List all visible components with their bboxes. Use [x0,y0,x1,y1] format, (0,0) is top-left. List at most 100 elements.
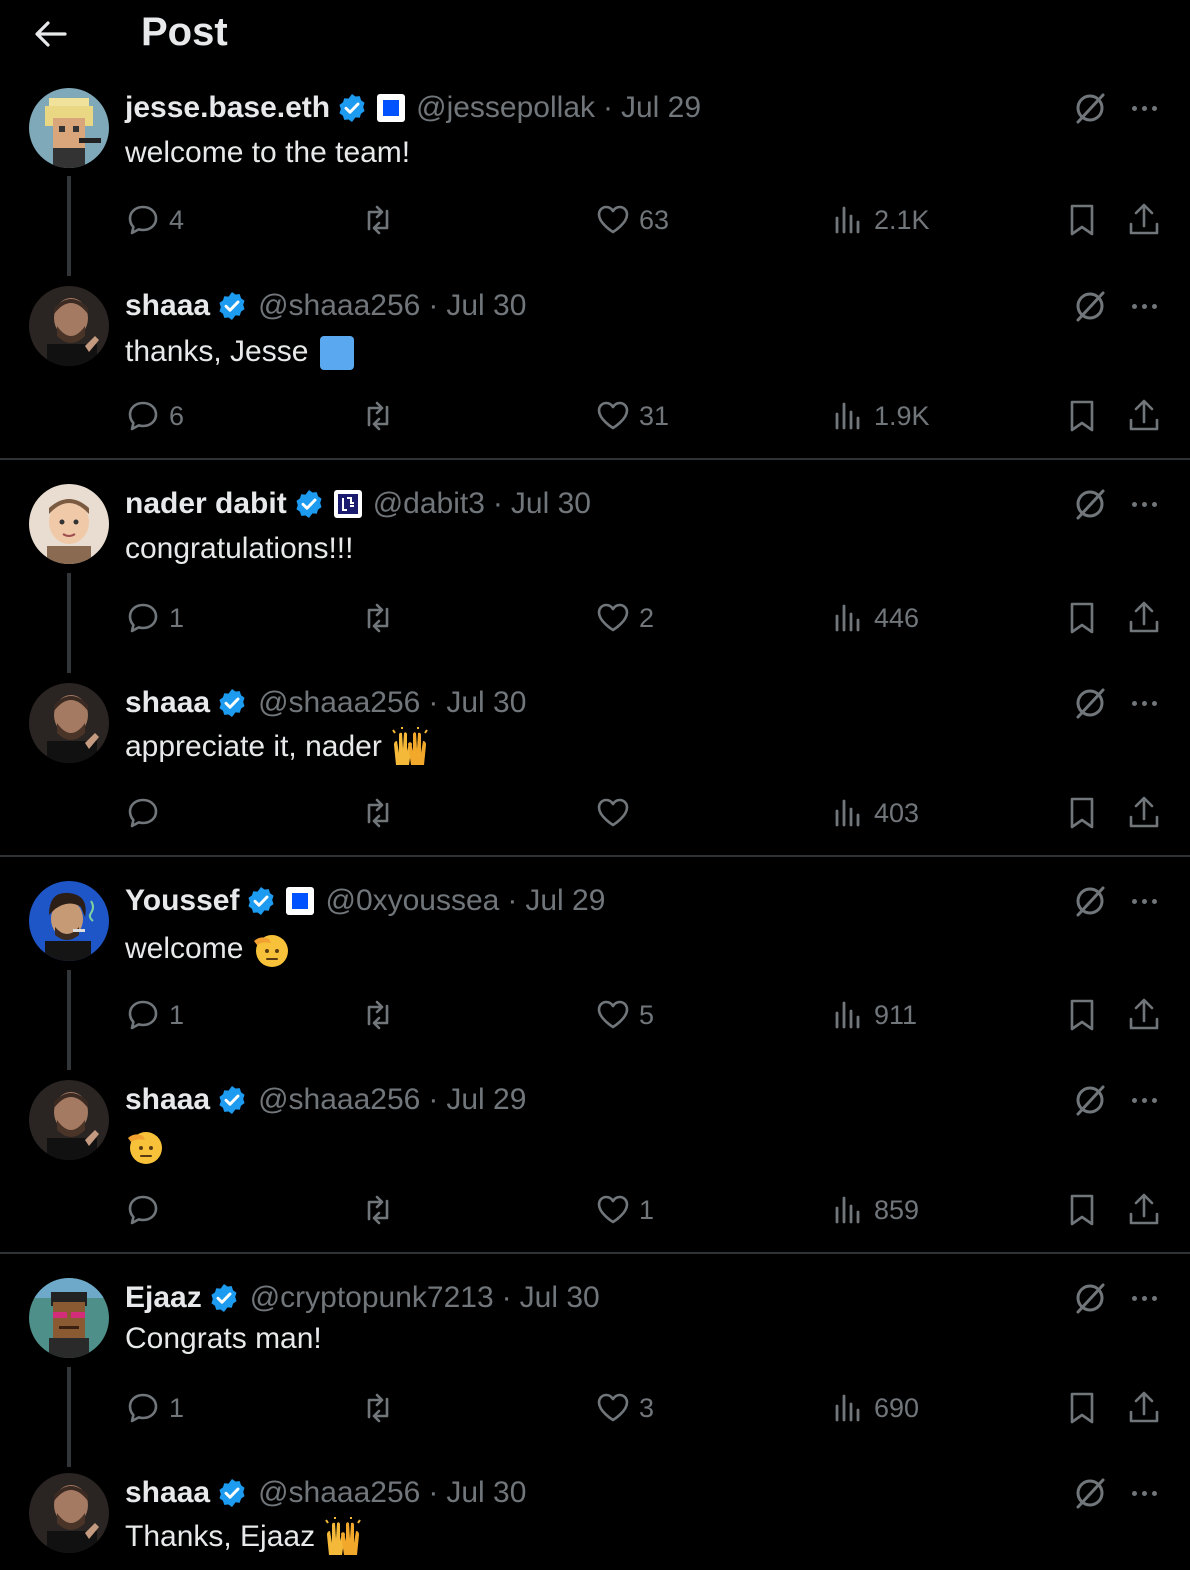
bookmark-button[interactable] [1064,598,1100,638]
more-options-button[interactable] [1126,687,1162,719]
post-date[interactable]: Jul 30 [511,487,591,521]
post[interactable]: nader dabit @dabit3 · Jul 30 congratulat… [0,484,1190,674]
repost-button[interactable] [360,598,396,638]
reply-button[interactable]: 6 [125,396,184,436]
more-options-button[interactable] [1126,885,1162,917]
display-name[interactable]: shaaa [125,1476,210,1510]
blue-square-badge-icon[interactable] [376,93,406,123]
eigenlayer-badge-icon[interactable] [333,489,363,519]
more-options-button[interactable] [1126,290,1162,322]
display-name[interactable]: Youssef [125,884,239,918]
grok-icon[interactable] [1072,90,1108,126]
post-date[interactable]: Jul 30 [446,1476,526,1510]
views-button[interactable]: 446 [830,598,919,638]
bookmark-button[interactable] [1064,793,1100,833]
avatar[interactable] [29,1278,109,1358]
user-handle[interactable]: @0xyoussea [325,884,499,918]
post-date[interactable]: Jul 30 [446,289,526,323]
share-button[interactable] [1126,995,1162,1035]
reply-button[interactable]: 1 [125,598,184,638]
bookmark-button[interactable] [1064,200,1100,240]
display-name[interactable]: shaaa [125,289,210,323]
user-handle[interactable]: @shaaa256 [258,1083,420,1117]
views-button[interactable]: 1.9K [830,396,930,436]
repost-button[interactable] [360,1388,396,1428]
repost-button[interactable] [360,793,396,833]
avatar[interactable] [29,683,109,763]
like-button[interactable]: 5 [595,995,654,1035]
avatar[interactable] [29,88,109,168]
user-handle[interactable]: @dabit3 [373,487,485,521]
share-button[interactable] [1126,200,1162,240]
display-name[interactable]: jesse.base.eth [125,91,330,125]
post-date[interactable]: Jul 29 [621,91,701,125]
user-handle[interactable]: @shaaa256 [258,289,420,323]
post[interactable]: shaaa @shaaa256 · Jul 29 1 859 [0,1080,1190,1270]
like-button[interactable] [595,793,639,833]
repost-button[interactable] [360,995,396,1035]
more-options-button[interactable] [1126,488,1162,520]
blue-square-badge-icon[interactable] [285,886,315,916]
more-options-button[interactable] [1126,1282,1162,1314]
avatar[interactable] [29,881,109,961]
reply-button[interactable]: 1 [125,995,184,1035]
share-button[interactable] [1126,598,1162,638]
more-options-button[interactable] [1126,1084,1162,1116]
bookmark-button[interactable] [1064,396,1100,436]
post[interactable]: Ejaaz @cryptopunk7213 · Jul 30 Congrats … [0,1278,1190,1468]
like-button[interactable]: 2 [595,598,654,638]
display-name[interactable]: shaaa [125,686,210,720]
display-name[interactable]: Ejaaz [125,1281,202,1315]
grok-icon[interactable] [1072,288,1108,324]
grok-icon[interactable] [1072,685,1108,721]
like-button[interactable]: 3 [595,1388,654,1428]
reply-button[interactable] [125,1190,169,1230]
like-button[interactable]: 1 [595,1190,654,1230]
views-button[interactable]: 911 [830,995,917,1035]
repost-button[interactable] [360,1190,396,1230]
grok-icon[interactable] [1072,1475,1108,1511]
more-options-button[interactable] [1126,1477,1162,1509]
user-handle[interactable]: @cryptopunk7213 [250,1281,494,1315]
views-button[interactable]: 859 [830,1190,919,1230]
post-date[interactable]: Jul 29 [525,884,605,918]
user-handle[interactable]: @jessepollak [416,91,595,125]
reply-button[interactable]: 1 [125,1388,184,1428]
share-button[interactable] [1126,1190,1162,1230]
grok-icon[interactable] [1072,1280,1108,1316]
share-button[interactable] [1126,1388,1162,1428]
avatar[interactable] [29,1080,109,1160]
grok-icon[interactable] [1072,486,1108,522]
bookmark-button[interactable] [1064,995,1100,1035]
avatar[interactable] [29,484,109,564]
post-date[interactable]: Jul 30 [520,1281,600,1315]
repost-button[interactable] [360,396,396,436]
back-button[interactable] [30,16,70,52]
post-date[interactable]: Jul 30 [446,686,526,720]
post[interactable]: Youssef @0xyoussea · Jul 29 welcome 1 5 … [0,881,1190,1071]
reply-button[interactable]: 4 [125,200,184,240]
grok-icon[interactable] [1072,1082,1108,1118]
post[interactable]: shaaa @shaaa256 · Jul 30 Thanks, Ejaaz [0,1473,1190,1570]
post[interactable]: jesse.base.eth @jessepollak · Jul 29 wel… [0,88,1190,278]
user-handle[interactable]: @shaaa256 [258,1476,420,1510]
bookmark-button[interactable] [1064,1388,1100,1428]
more-options-button[interactable] [1126,92,1162,124]
views-button[interactable]: 2.1K [830,200,930,240]
share-button[interactable] [1126,396,1162,436]
avatar[interactable] [29,286,109,366]
like-button[interactable]: 63 [595,200,669,240]
bookmark-button[interactable] [1064,1190,1100,1230]
like-button[interactable]: 31 [595,396,669,436]
display-name[interactable]: shaaa [125,1083,210,1117]
views-button[interactable]: 690 [830,1388,919,1428]
views-button[interactable]: 403 [830,793,919,833]
user-handle[interactable]: @shaaa256 [258,686,420,720]
repost-button[interactable] [360,200,396,240]
post[interactable]: shaaa @shaaa256 · Jul 30 thanks, Jesse 6… [0,286,1190,476]
display-name[interactable]: nader dabit [125,487,287,521]
share-button[interactable] [1126,793,1162,833]
post[interactable]: shaaa @shaaa256 · Jul 30 appreciate it, … [0,683,1190,873]
reply-button[interactable] [125,793,169,833]
grok-icon[interactable] [1072,883,1108,919]
